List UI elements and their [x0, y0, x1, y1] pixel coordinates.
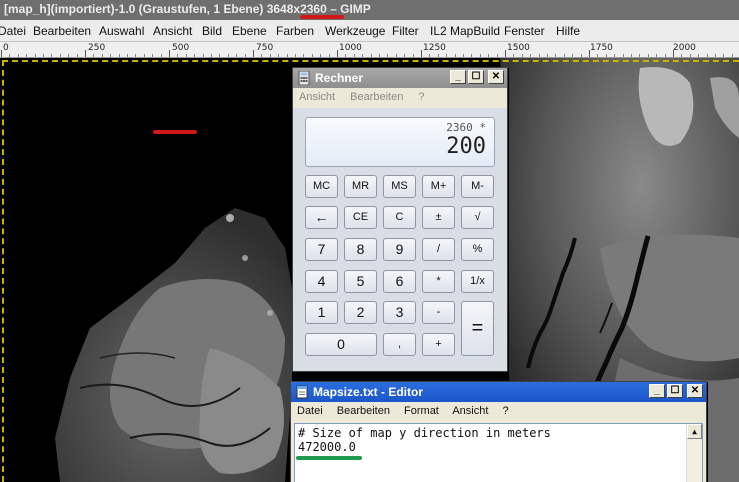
ruler-tick — [673, 50, 674, 57]
notepad-menubar: Datei Bearbeiten Format Ansicht ? — [291, 402, 706, 422]
ruler-label: 250 — [88, 43, 106, 53]
text-line: 472000.0 — [298, 440, 356, 454]
key-7[interactable]: 7 — [305, 238, 338, 261]
ruler-tick — [169, 50, 170, 57]
key-c[interactable]: C — [383, 206, 416, 229]
key-decimal[interactable]: , — [383, 333, 416, 356]
ruler-label: 1500 — [507, 43, 530, 53]
close-button[interactable]: ✕ — [687, 384, 703, 398]
title-dimension-highlight — [300, 15, 344, 19]
key-mc[interactable]: MC — [305, 175, 338, 198]
ruler-tick — [505, 50, 506, 57]
calculator-expression-highlight — [153, 130, 197, 134]
gimp-window-title: [map_h](importiert)-1.0 (Graustufen, 1 E… — [4, 2, 371, 16]
menu-filter[interactable]: Filter — [392, 24, 419, 38]
calculator-icon — [298, 71, 310, 85]
notepad-text-area[interactable]: # Size of map y direction in meters 4720… — [294, 423, 703, 482]
key-m-plus[interactable]: M+ — [422, 175, 455, 198]
menu-il2-mapbuild[interactable]: IL2 MapBuild — [430, 24, 500, 38]
ruler-tick — [1, 50, 2, 57]
menu-werkzeuge[interactable]: Werkzeuge — [325, 24, 385, 38]
gimp-menubar: Datei Bearbeiten Auswahl Ansicht Bild Eb… — [0, 20, 739, 42]
key-m-minus[interactable]: M- — [461, 175, 494, 198]
key-plus-minus[interactable]: ± — [422, 206, 455, 229]
key-mr[interactable]: MR — [344, 175, 377, 198]
desktop: [map_h](importiert)-1.0 (Graustufen, 1 E… — [0, 0, 739, 482]
calc-menu-bearbeiten[interactable]: Bearbeiten — [350, 91, 403, 103]
menu-datei[interactable]: Datei — [0, 24, 26, 38]
notepad-value-highlight — [296, 456, 362, 460]
calc-menu-help[interactable]: ? — [418, 91, 424, 103]
maximize-button[interactable]: ☐ — [667, 384, 683, 398]
key-6[interactable]: 6 — [383, 270, 416, 293]
ruler-label: 1250 — [423, 43, 446, 53]
key-sqrt[interactable]: √ — [461, 206, 494, 229]
menu-bearbeiten[interactable]: Bearbeiten — [33, 24, 91, 38]
menu-hilfe[interactable]: Hilfe — [556, 24, 580, 38]
notepad-window[interactable]: Mapsize.txt - Editor _ ☐ ✕ Datei Bearbei… — [290, 381, 707, 482]
notepad-icon — [296, 385, 308, 399]
key-subtract[interactable]: - — [422, 301, 455, 324]
key-reciprocal[interactable]: 1/x — [461, 270, 494, 293]
key-equals[interactable]: = — [461, 301, 494, 356]
vertical-scrollbar[interactable]: ▲ — [686, 424, 702, 482]
note-menu-datei[interactable]: Datei — [297, 405, 323, 417]
ruler-tick — [589, 50, 590, 57]
key-8[interactable]: 8 — [344, 238, 377, 261]
menu-ansicht[interactable]: Ansicht — [153, 24, 192, 38]
notepad-title-bar[interactable]: Mapsize.txt - Editor _ ☐ ✕ — [291, 382, 706, 402]
ruler-tick — [337, 50, 338, 57]
gimp-title-bar: [map_h](importiert)-1.0 (Graustufen, 1 E… — [0, 0, 739, 20]
key-2[interactable]: 2 — [344, 301, 377, 324]
horizontal-ruler[interactable]: 0 250 500 750 1000 1250 1500 1750 2000 — [0, 42, 739, 58]
ruler-tick — [421, 50, 422, 57]
close-button[interactable]: ✕ — [488, 70, 504, 84]
minimize-button[interactable]: _ — [450, 70, 466, 84]
menu-ebene[interactable]: Ebene — [232, 24, 267, 38]
key-ce[interactable]: CE — [344, 206, 377, 229]
note-menu-ansicht[interactable]: Ansicht — [452, 405, 488, 417]
key-0[interactable]: 0 — [305, 333, 377, 356]
ruler-label: 2000 — [673, 43, 696, 53]
key-9[interactable]: 9 — [383, 238, 416, 261]
calculator-menubar: Ansicht Bearbeiten ? — [293, 88, 507, 108]
key-add[interactable]: + — [422, 333, 455, 356]
menu-bild[interactable]: Bild — [202, 24, 222, 38]
key-multiply[interactable]: * — [422, 270, 455, 293]
ruler-label: 1750 — [590, 43, 613, 53]
menu-fenster[interactable]: Fenster — [504, 24, 545, 38]
note-menu-format[interactable]: Format — [404, 405, 439, 417]
ruler-label: 500 — [172, 43, 190, 53]
ruler-label: 1000 — [339, 43, 362, 53]
note-menu-help[interactable]: ? — [502, 405, 508, 417]
calculator-title-bar[interactable]: Rechner _ ☐ ✕ — [293, 68, 507, 88]
key-percent[interactable]: % — [461, 238, 494, 261]
calculator-title: Rechner — [315, 71, 364, 85]
calculator-window[interactable]: Rechner _ ☐ ✕ Ansicht Bearbeiten ? 2360 … — [292, 67, 508, 372]
scroll-up-icon[interactable]: ▲ — [687, 424, 702, 439]
notepad-title: Mapsize.txt - Editor — [313, 385, 424, 399]
calculator-body: 2360 * 200 MC MR MS M+ M- ← CE C ± √ 7 8… — [293, 108, 507, 371]
note-menu-bearbeiten[interactable]: Bearbeiten — [337, 405, 390, 417]
key-4[interactable]: 4 — [305, 270, 338, 293]
display-expression: 2360 * — [446, 121, 486, 134]
menu-auswahl[interactable]: Auswahl — [99, 24, 144, 38]
key-5[interactable]: 5 — [344, 270, 377, 293]
minimize-button[interactable]: _ — [649, 384, 665, 398]
maximize-button[interactable]: ☐ — [468, 70, 484, 84]
calculator-display: 2360 * 200 — [305, 117, 495, 167]
key-backspace[interactable]: ← — [305, 206, 338, 229]
text-line: # Size of map y direction in meters — [298, 426, 551, 440]
ruler-tick — [253, 50, 254, 57]
ruler-label: 750 — [256, 43, 274, 53]
ruler-label: 0 — [3, 43, 9, 53]
key-1[interactable]: 1 — [305, 301, 338, 324]
menu-farben[interactable]: Farben — [276, 24, 314, 38]
ruler-tick — [85, 50, 86, 57]
key-3[interactable]: 3 — [383, 301, 416, 324]
calc-menu-ansicht[interactable]: Ansicht — [299, 91, 335, 103]
key-ms[interactable]: MS — [383, 175, 416, 198]
key-divide[interactable]: / — [422, 238, 455, 261]
display-value: 200 — [446, 134, 486, 159]
